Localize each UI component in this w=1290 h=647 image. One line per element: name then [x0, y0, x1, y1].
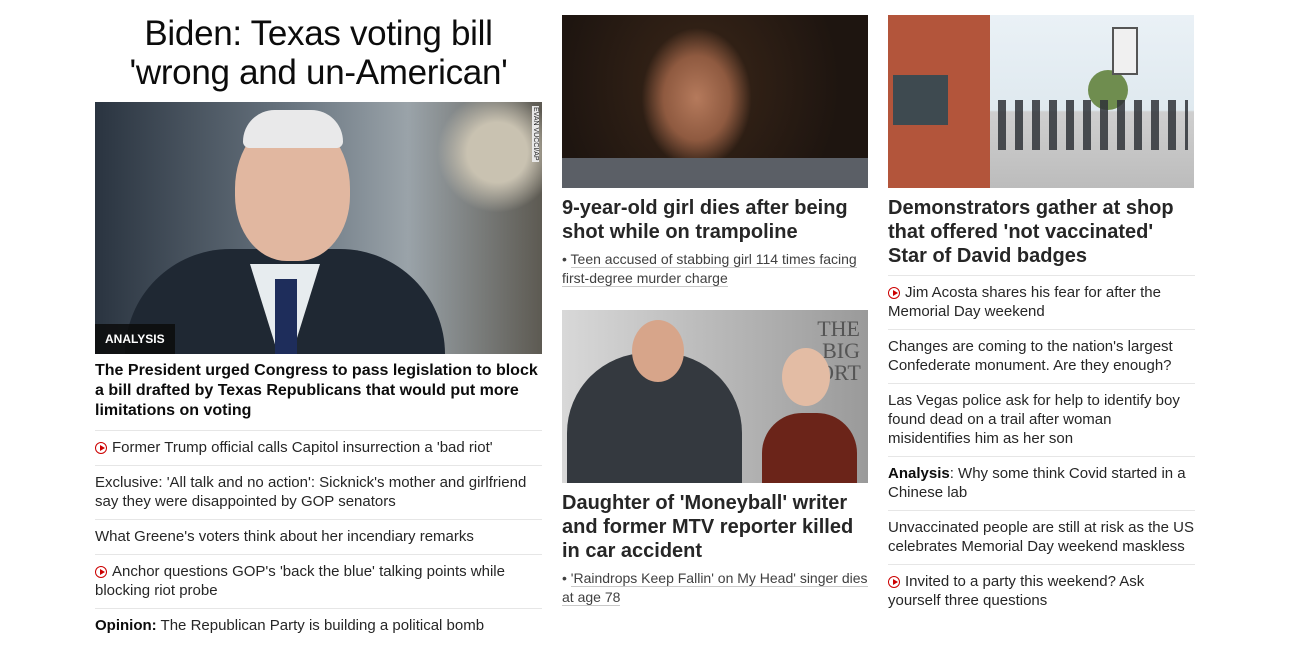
photo-woman-dress: [762, 413, 857, 483]
list-item-text: Jim Acosta shares his fear for after the…: [888, 284, 1161, 320]
list-item[interactable]: Anchor questions GOP's 'back the blue' t…: [95, 554, 542, 608]
list-item[interactable]: Changes are coming to the nation's large…: [888, 329, 1195, 383]
play-video-icon: [888, 287, 900, 299]
story-card: THE BIG SHORT Daughter of 'Moneyball' wr…: [562, 310, 868, 607]
list-item-text: Changes are coming to the nation's large…: [888, 338, 1173, 374]
photo-man-head: [632, 320, 684, 382]
list-item-text: Exclusive: 'All talk and no action': Sic…: [95, 474, 527, 510]
list-item-text: Former Trump official calls Capitol insu…: [112, 439, 493, 456]
list-item[interactable]: Invited to a party this weekend? Ask you…: [888, 564, 1195, 618]
girl-photo-shirt: [562, 158, 868, 188]
list-item-text: The Republican Party is building a polit…: [156, 617, 485, 634]
card-related-link[interactable]: 'Raindrops Keep Fallin' on My Head' sing…: [562, 570, 868, 606]
card-title[interactable]: 9-year-old girl dies after being shot wh…: [562, 196, 868, 244]
lead-image[interactable]: EVAN VUCCI/AP ANALYSIS: [95, 102, 542, 354]
analysis-label: Analysis: [888, 465, 950, 482]
card-related: • 'Raindrops Keep Fallin' on My Head' si…: [562, 570, 868, 606]
photo-woman-head: [782, 348, 830, 406]
image-credit: EVAN VUCCI/AP: [532, 106, 539, 162]
list-item[interactable]: What Greene's voters think about her inc…: [95, 519, 542, 554]
list-item[interactable]: Analysis: Why some think Covid started i…: [888, 456, 1195, 510]
list-item[interactable]: Unvaccinated people are still at risk as…: [888, 510, 1195, 564]
photo-crowd: [998, 100, 1188, 150]
photo-window: [893, 75, 948, 125]
right-related-list: Jim Acosta shares his fear for after the…: [888, 275, 1195, 618]
photo-sign: [1112, 27, 1138, 75]
lead-summary[interactable]: The President urged Congress to pass leg…: [95, 361, 542, 421]
lead-related-list: Former Trump official calls Capitol insu…: [95, 430, 542, 643]
lead-story: Biden: Texas voting bill 'wrong and un-A…: [95, 0, 542, 643]
lead-image-hair: [243, 110, 343, 148]
list-item[interactable]: Opinion: The Republican Party is buildin…: [95, 608, 542, 643]
card-related-link[interactable]: Teen accused of stabbing girl 114 times …: [562, 251, 857, 287]
list-item-text: What Greene's voters think about her inc…: [95, 528, 474, 545]
list-item-text: Las Vegas police ask for help to identif…: [888, 392, 1180, 447]
analysis-badge: ANALYSIS: [95, 324, 175, 354]
card-title[interactable]: Daughter of 'Moneyball' writer and forme…: [562, 491, 868, 563]
middle-column: 9-year-old girl dies after being shot wh…: [562, 0, 868, 607]
opinion-label: Opinion:: [95, 617, 157, 634]
shop-photo[interactable]: [888, 15, 1194, 188]
lead-image-tie: [275, 279, 297, 354]
play-video-icon: [95, 566, 107, 578]
play-video-icon: [888, 576, 900, 588]
moneyball-photo[interactable]: THE BIG SHORT: [562, 310, 868, 483]
card-title[interactable]: Demonstrators gather at shop that offere…: [888, 196, 1195, 268]
list-item[interactable]: Las Vegas police ask for help to identif…: [888, 383, 1195, 456]
list-item-text: Unvaccinated people are still at risk as…: [888, 519, 1194, 555]
story-card: 9-year-old girl dies after being shot wh…: [562, 15, 868, 288]
card-related: • Teen accused of stabbing girl 114 time…: [562, 251, 857, 287]
story-card: Demonstrators gather at shop that offere…: [888, 15, 1195, 268]
play-video-icon: [95, 442, 107, 454]
list-item-text: Invited to a party this weekend? Ask you…: [888, 573, 1145, 609]
girl-photo[interactable]: [562, 15, 868, 188]
list-item-text: Anchor questions GOP's 'back the blue' t…: [95, 563, 505, 599]
list-item[interactable]: Former Trump official calls Capitol insu…: [95, 430, 542, 465]
list-item[interactable]: Jim Acosta shares his fear for after the…: [888, 275, 1195, 329]
right-column: Demonstrators gather at shop that offere…: [888, 0, 1195, 618]
list-item[interactable]: Exclusive: 'All talk and no action': Sic…: [95, 465, 542, 519]
lead-headline[interactable]: Biden: Texas voting bill 'wrong and un-A…: [95, 14, 542, 92]
